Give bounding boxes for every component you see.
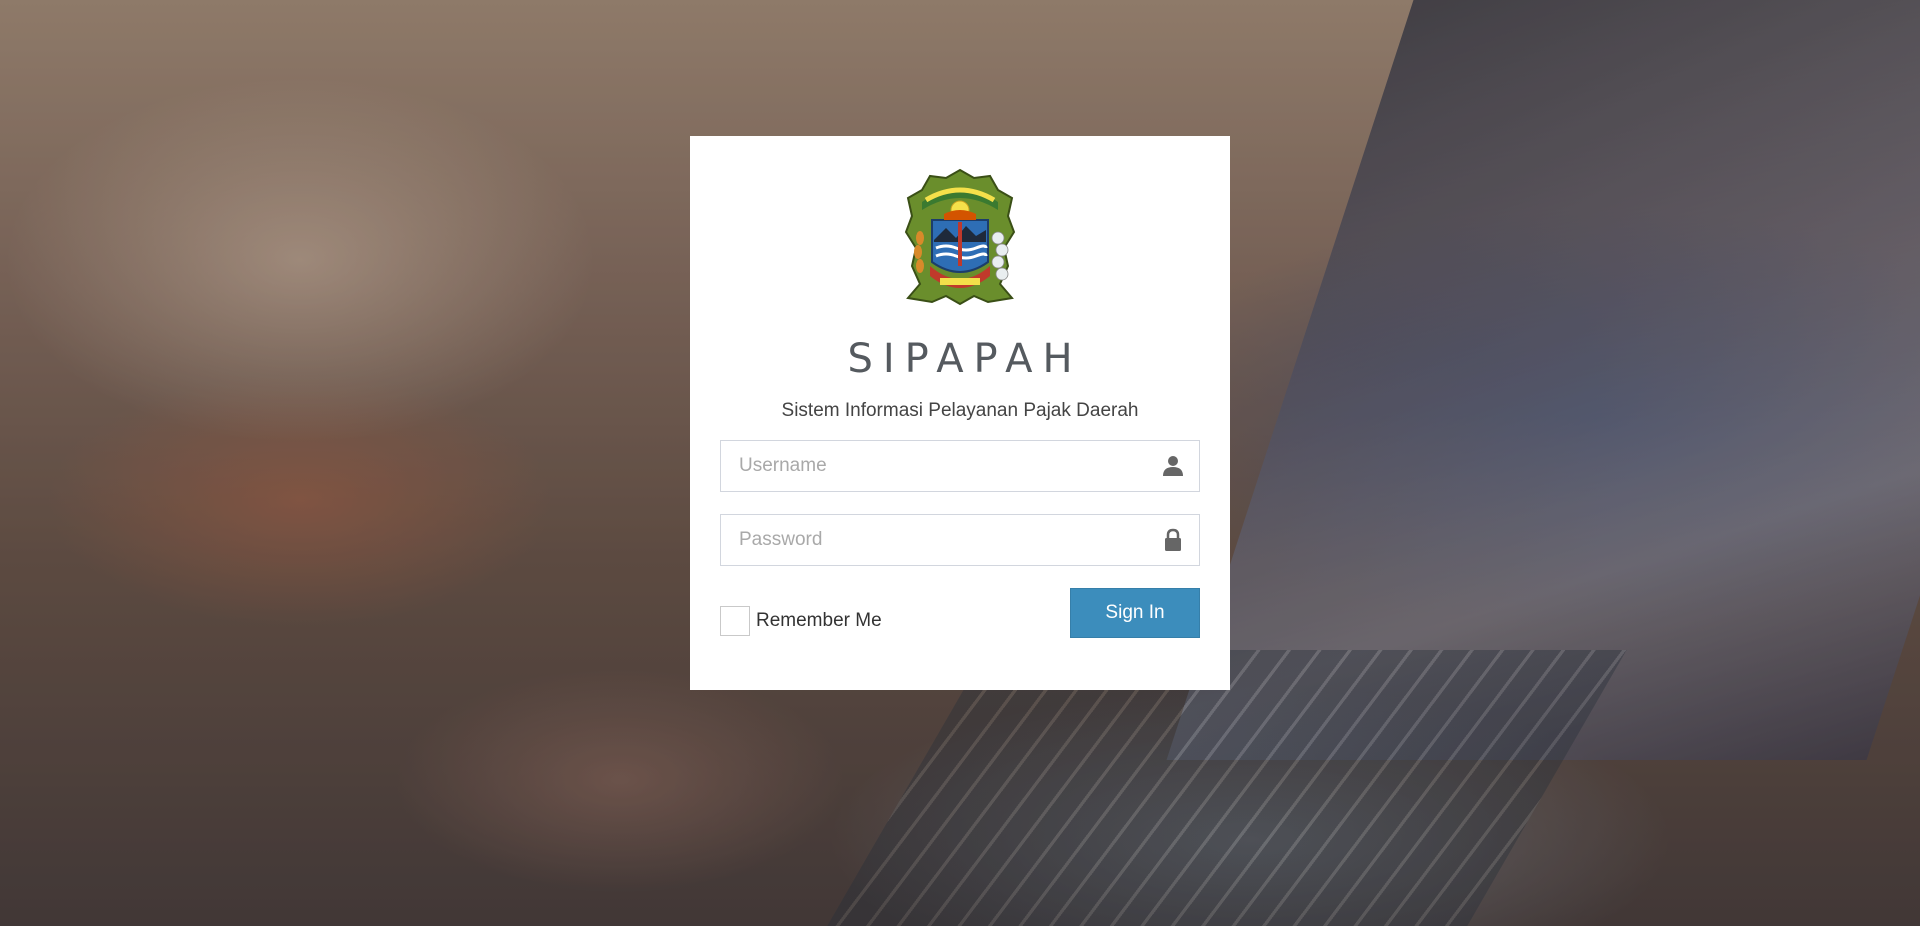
login-page: SIPAPAH Sistem Informasi Pelayanan Pajak…: [0, 0, 1920, 926]
remember-me-checkbox[interactable]: [720, 606, 750, 636]
lock-icon: [1165, 528, 1181, 551]
password-input[interactable]: [721, 515, 1199, 565]
username-input[interactable]: [721, 441, 1199, 491]
user-icon: [1163, 456, 1183, 476]
login-box: SIPAPAH Sistem Informasi Pelayanan Pajak…: [690, 136, 1230, 690]
password-field[interactable]: [720, 514, 1200, 566]
regency-logo: [904, 168, 1016, 306]
app-subtitle: Sistem Informasi Pelayanan Pajak Daerah: [781, 400, 1139, 421]
remember-me[interactable]: Remember Me: [720, 606, 882, 636]
login-actions: Remember Me Sign In: [720, 588, 1200, 640]
username-field[interactable]: [720, 440, 1200, 492]
remember-me-label[interactable]: Remember Me: [756, 610, 882, 632]
app-title: SIPAPAH: [847, 336, 1083, 382]
sign-in-button[interactable]: Sign In: [1070, 588, 1200, 638]
